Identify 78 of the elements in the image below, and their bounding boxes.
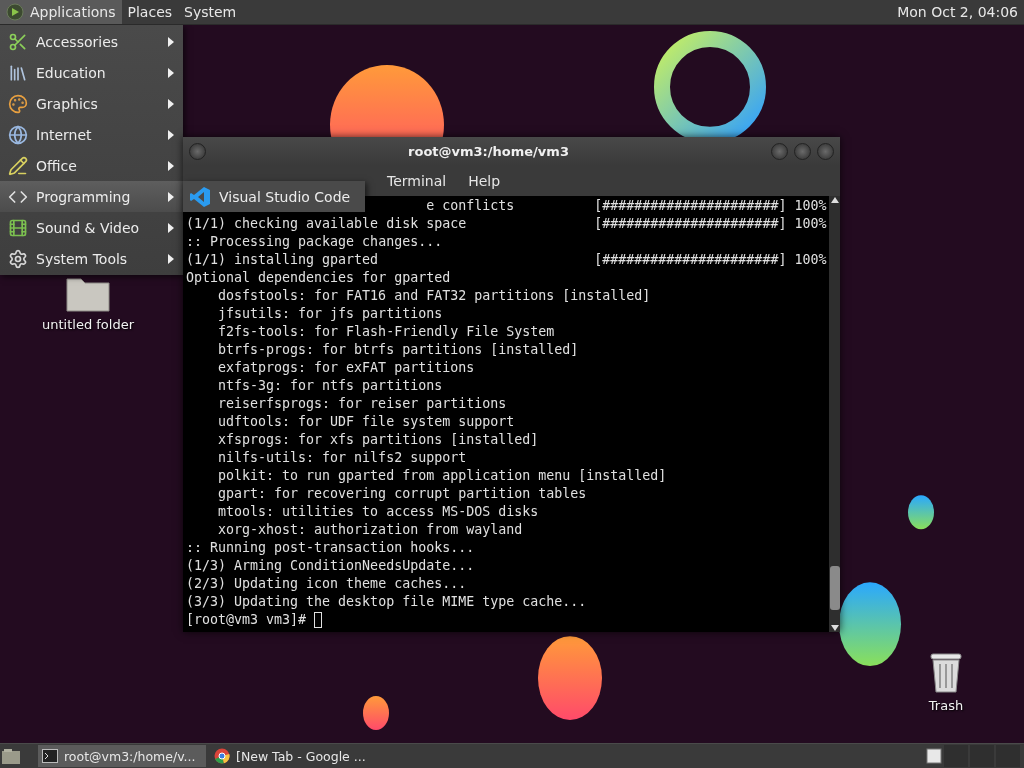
- window-menu-button[interactable]: [189, 142, 206, 160]
- desktop-icon-label: untitled folder: [42, 317, 134, 332]
- code-editor-icon: [189, 185, 211, 208]
- maximize-button[interactable]: [794, 142, 811, 160]
- clock[interactable]: Mon Oct 2, 04:06: [891, 0, 1024, 24]
- terminal-line: xfsprogs: for xfs partitions [installed]: [218, 431, 539, 449]
- menu-item[interactable]: Education: [0, 57, 183, 88]
- submenu-arrow-icon: [167, 35, 175, 48]
- terminal-line: (3/3) Updating the desktop file MIME type cache...: [186, 593, 587, 611]
- panel-menu[interactable]: Applications: [0, 0, 122, 24]
- submenu-arrow-icon: [167, 128, 175, 141]
- terminal-line: polkit: to run gparted from application menu [installed]: [218, 467, 667, 485]
- terminal-line: :: Running post-transaction hooks...: [186, 539, 475, 557]
- terminal-icon: [42, 749, 58, 763]
- menu-item[interactable]: System Tools: [0, 243, 183, 274]
- window-title: root@vm3:/home/vm3: [407, 143, 570, 159]
- submenu-arrow-icon: [167, 159, 175, 172]
- scissors-icon: [8, 31, 28, 52]
- menu-item[interactable]: Terminal: [387, 172, 447, 189]
- browser-icon: [214, 748, 230, 764]
- desktop-icon-label: Trash: [928, 698, 964, 713]
- menu-item[interactable]: Graphics: [0, 88, 183, 119]
- text-cursor: [314, 612, 323, 628]
- submenu-arrow-icon: [167, 252, 175, 265]
- terminal-line: gpart: for recovering corrupt partition tables: [218, 485, 587, 503]
- menu-item[interactable]: Visual Studio Code: [183, 181, 365, 212]
- menu-item[interactable]: Sound & Video: [0, 212, 183, 243]
- task-button[interactable]: [New Tab - Google ...: [210, 745, 378, 767]
- pencil-icon: [8, 155, 28, 176]
- terminal-line: exfatprogs: for exFAT partitions: [218, 359, 475, 377]
- terminal-line: (1/1) installing gparted: [186, 251, 380, 269]
- workspace-icon[interactable]: [926, 748, 942, 764]
- terminal-line: f2fs-tools: for Flash-Friendly File System: [218, 323, 555, 341]
- scroll-down-icon[interactable]: [829, 624, 840, 632]
- menu-item[interactable]: Office: [0, 150, 183, 181]
- submenu-arrow-icon: [167, 221, 175, 234]
- menu-item[interactable]: Accessories: [0, 26, 183, 57]
- terminal-line: nilfs-utils: for nilfs2 support: [218, 449, 467, 467]
- palette-icon: [8, 93, 28, 114]
- shell-prompt: [root@vm3 vm3]#: [186, 611, 307, 629]
- scrollbar[interactable]: [829, 196, 840, 632]
- terminal-line: e conflicts: [426, 197, 516, 215]
- terminal-line: mtools: utilities to access MS-DOS disks: [218, 503, 539, 521]
- terminal-line: dosfstools: for FAT16 and FAT32 partitions [installed]: [218, 287, 651, 305]
- workspace-cell[interactable]: [970, 745, 994, 767]
- terminal-line: (1/3) Arming ConditionNeedsUpdate...: [186, 557, 475, 575]
- close-button[interactable]: [817, 142, 834, 160]
- terminal-line: reiserfsprogs: for reiser partitions: [218, 395, 507, 413]
- submenu-arrow-icon: [167, 66, 175, 79]
- submenu-arrow-icon: [167, 190, 175, 203]
- play-logo-icon: [6, 3, 24, 21]
- terminal-line: :: Processing package changes...: [186, 233, 443, 251]
- panel-menu[interactable]: System: [178, 0, 243, 24]
- settings-icon: [8, 248, 28, 269]
- terminal-line: ntfs-3g: for ntfs partitions: [218, 377, 443, 395]
- scroll-thumb[interactable]: [829, 566, 840, 610]
- terminal-line: xorg-xhost: authorization from wayland: [218, 521, 523, 539]
- terminal-line: btrfs-progs: for btrfs partitions [installed]: [218, 341, 579, 359]
- workspace-cell[interactable]: [996, 745, 1020, 767]
- progress-readout: [######################] 100%: [594, 197, 827, 215]
- minimize-button[interactable]: [771, 142, 788, 160]
- terminal-line: Optional dependencies for gparted: [186, 269, 451, 287]
- menu-item[interactable]: Help: [468, 172, 501, 189]
- terminal-line: udftools: for UDF file system support: [218, 413, 515, 431]
- panel-menu[interactable]: Places: [121, 0, 179, 24]
- film-icon: [8, 217, 28, 238]
- menu-item[interactable]: Internet: [0, 119, 183, 150]
- terminal-line: (1/1) checking available disk space: [186, 215, 468, 233]
- terminal-line: jfsutils: for jfs partitions: [218, 305, 443, 323]
- workspace-cell[interactable]: [944, 745, 968, 767]
- terminal-line: (2/3) Updating icon theme caches...: [186, 575, 467, 593]
- menu-item[interactable]: Programming: [0, 181, 183, 212]
- submenu-arrow-icon: [167, 97, 175, 110]
- show-desktop-icon[interactable]: [0, 746, 22, 766]
- progress-readout: [######################] 100%: [594, 251, 827, 269]
- progress-readout: [######################] 100%: [594, 215, 827, 233]
- globe-icon: [8, 124, 28, 145]
- task-button[interactable]: root@vm3:/home/v...: [38, 745, 206, 767]
